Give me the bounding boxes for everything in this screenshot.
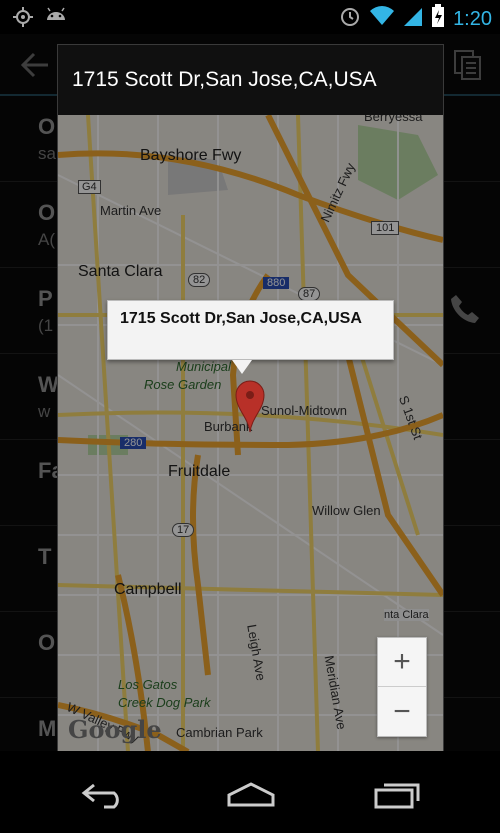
zoom-controls: + − [377, 637, 427, 737]
map-label: Fruitdale [168, 463, 231, 480]
recent-apps-icon[interactable] [374, 781, 422, 814]
map-marker-icon[interactable] [235, 379, 265, 433]
info-window-address: 1715 Scott Dr,San Jose,CA,USA [120, 310, 362, 327]
dialog-title: 1715 Scott Dr,San Jose,CA,USA [58, 45, 443, 115]
status-bar: 1:20 [0, 0, 500, 34]
zoom-in-button[interactable]: + [378, 638, 426, 687]
back-icon[interactable] [80, 781, 128, 814]
map-label: Berryessa [364, 115, 423, 124]
map-label: Cambrian Park [176, 725, 263, 740]
wifi-icon [369, 5, 395, 32]
info-window-pointer [232, 360, 252, 374]
map-info-window[interactable]: 1715 Scott Dr,San Jose,CA,USA [107, 300, 394, 374]
route-shield: 82 [188, 273, 211, 287]
android-icon [44, 6, 68, 33]
route-shield: 17 [172, 523, 195, 537]
route-shield: 880 [263, 277, 290, 289]
map-label: Sunol-Midtown [261, 403, 347, 418]
google-logo: Google [68, 715, 162, 744]
home-icon[interactable] [226, 781, 276, 814]
map-label: Santa Clara [78, 263, 163, 280]
battery-icon [431, 4, 445, 33]
zoom-out-button[interactable]: − [378, 687, 426, 736]
map-label: Los Gatos [118, 677, 178, 692]
map-label: nta Clara [384, 609, 429, 621]
clock: 1:20 [453, 7, 492, 30]
map-dialog: 1715 Scott Dr,San Jose,CA,USA Bayshore F… [57, 44, 444, 752]
map-label: Martin Ave [100, 203, 162, 218]
route-shield: G4 [78, 180, 101, 194]
map-label: Rose Garden [144, 377, 222, 392]
navigation-bar [0, 751, 500, 833]
map-label: Campbell [114, 581, 182, 598]
route-shield: 280 [120, 437, 147, 449]
map-label: Willow Glen [312, 503, 381, 518]
route-shield: 101 [371, 221, 400, 235]
gps-icon [12, 6, 34, 33]
signal-icon [403, 5, 423, 32]
map-view[interactable]: Bayshore Fwy Martin Ave Santa Clara Nimi… [58, 115, 443, 752]
alarm-icon [339, 5, 361, 32]
map-label: Creek Dog Park [118, 695, 211, 710]
map-label: Municipal [176, 359, 231, 374]
map-label: Bayshore Fwy [140, 147, 242, 164]
route-shield: 87 [298, 287, 321, 301]
